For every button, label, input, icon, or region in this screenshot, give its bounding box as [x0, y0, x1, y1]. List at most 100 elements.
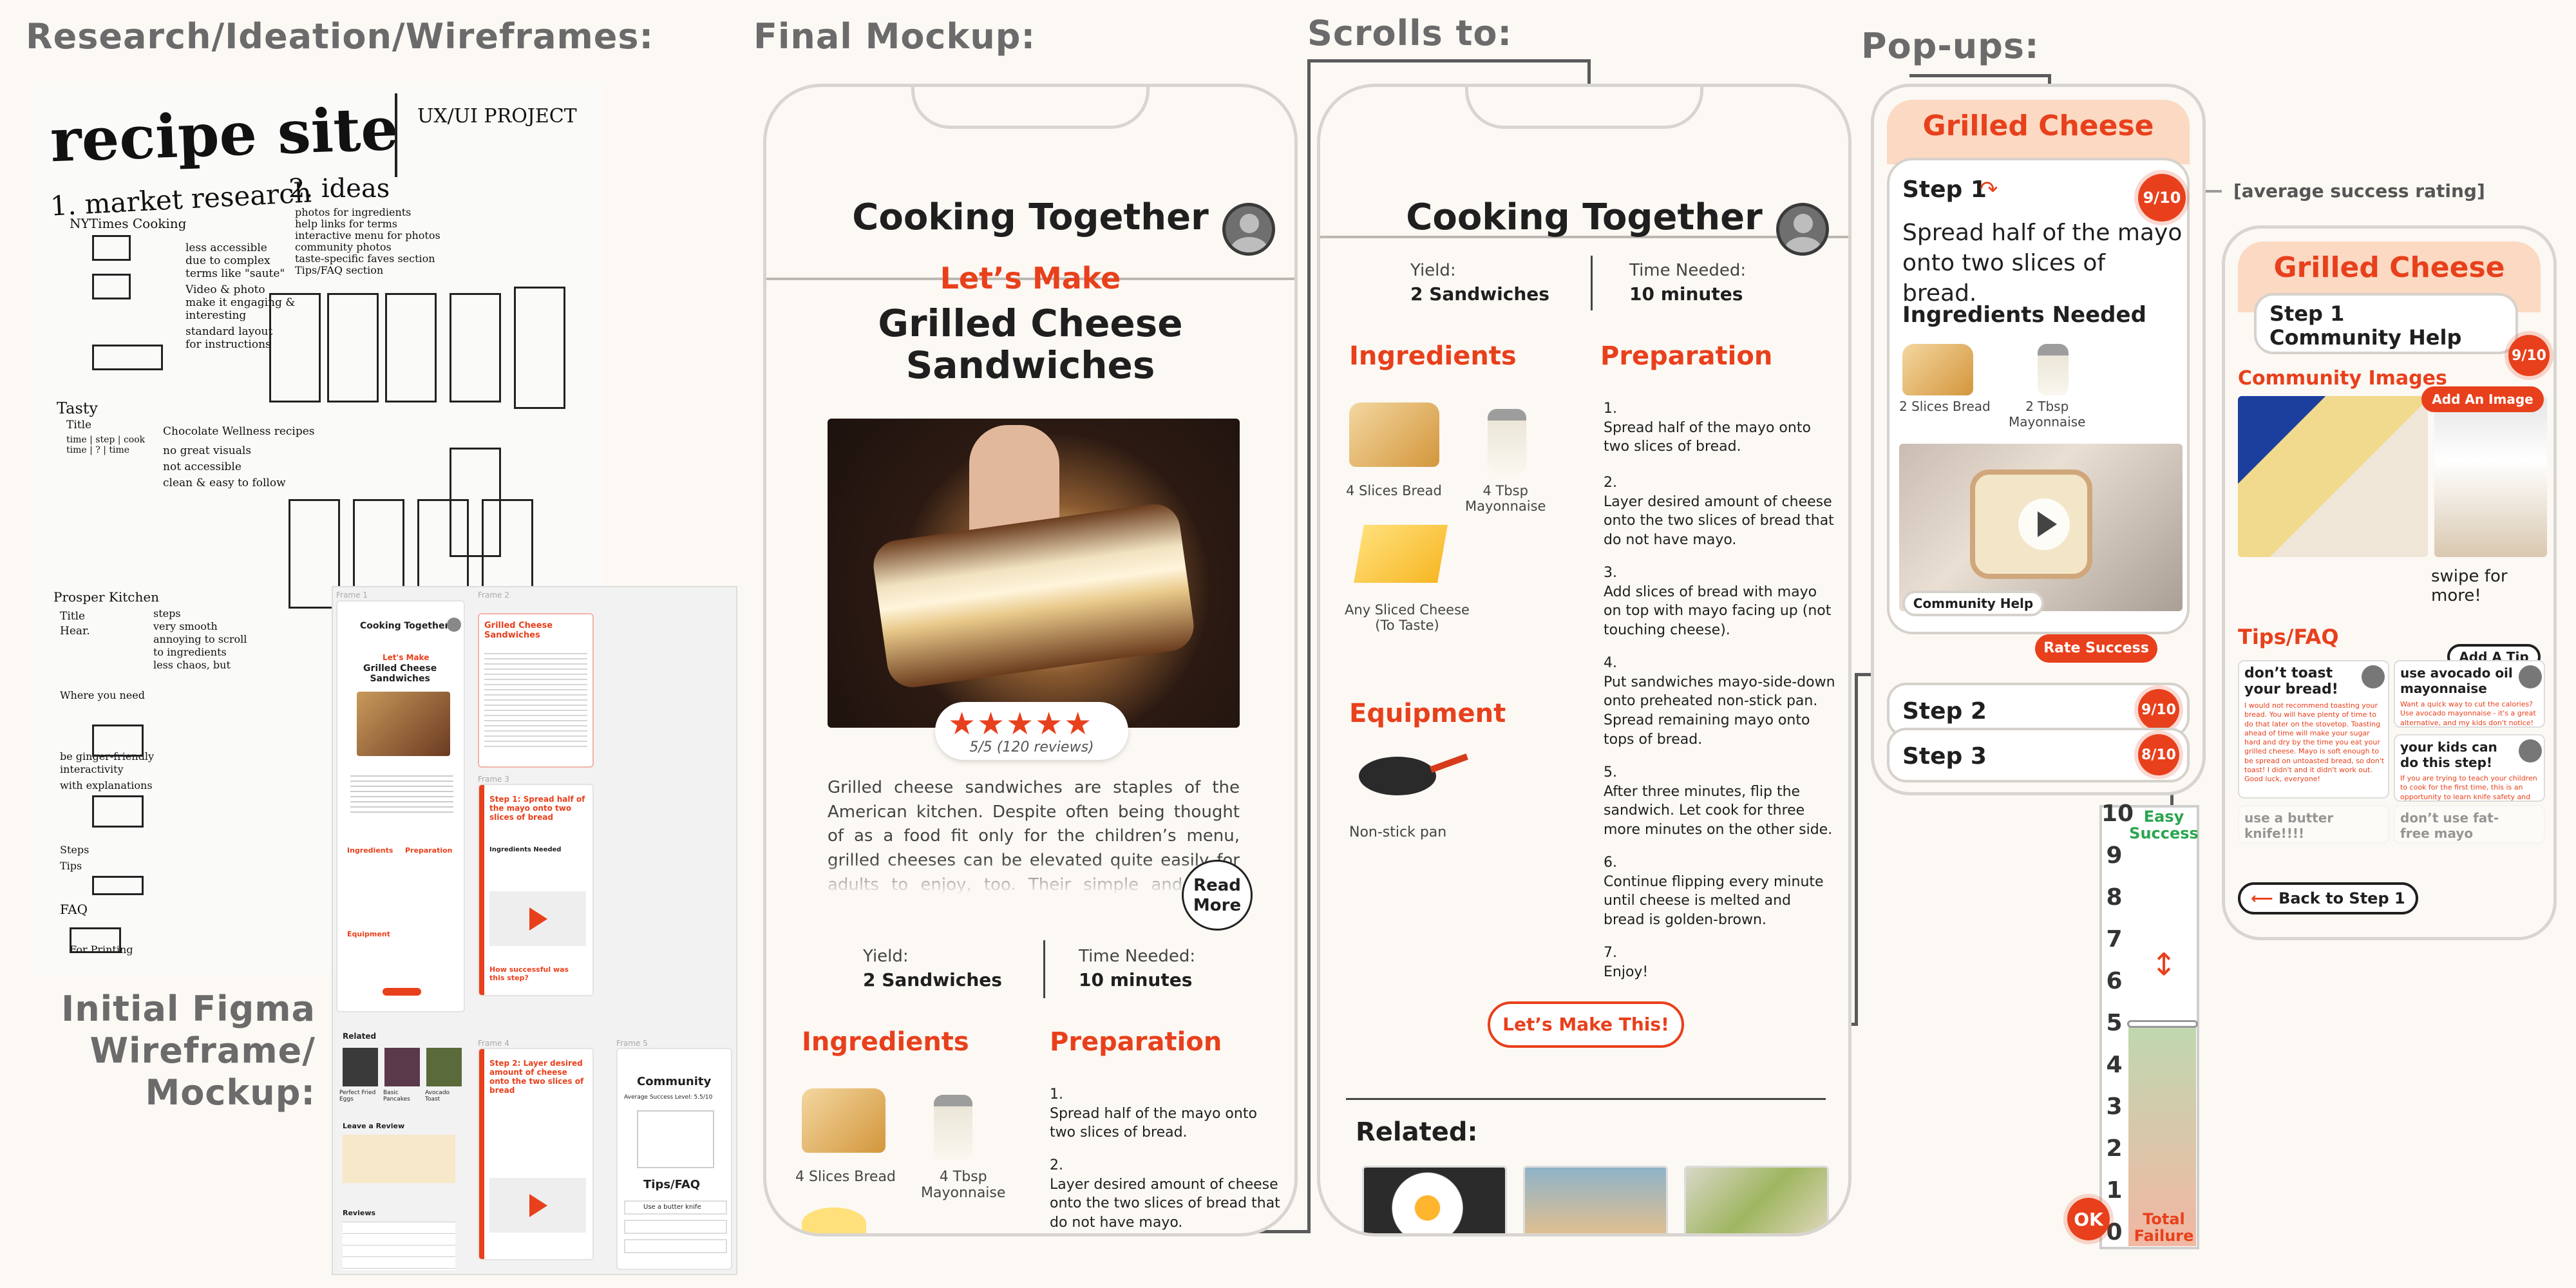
success-slider[interactable]: Easy Success Total Failure 10 9 8 7 6 5 4 3 2 1 0 … [2067, 800, 2206, 1249]
figma-ingredients: Ingredients [347, 846, 393, 855]
tip-avatar [2519, 739, 2542, 762]
play-icon[interactable] [529, 1194, 547, 1217]
tip-title: don’t toast your bread! [2244, 665, 2338, 697]
slider-handle[interactable] [2127, 1020, 2198, 1028]
sketch-note: not accessible [163, 460, 242, 473]
sketch-note: help links for terms [295, 218, 397, 230]
figma-frame-label: Frame 1 [336, 591, 368, 600]
mayo-icon [2038, 344, 2069, 395]
back-to-step-button[interactable]: ⟵ Back to Step 1 [2238, 882, 2418, 914]
ingredient-bread: 2 Slices Bread [1899, 399, 1991, 414]
sketch-note: NYTimes Cooking [70, 216, 187, 231]
figma-equipment: Equipment [347, 930, 390, 938]
prep-step-5: 5. After three minutes, flip the sandwic… [1604, 764, 1833, 838]
sketch-note: Title [66, 419, 92, 431]
sketch-wireframe-box [269, 293, 321, 402]
community-help-button[interactable]: Community Help [1902, 591, 2044, 616]
tip-title: your kids can do this step! [2400, 739, 2497, 770]
slider-ok-button[interactable]: OK [2067, 1198, 2110, 1240]
sketch-note: community photos [295, 241, 392, 253]
app-title: Cooking Together [852, 196, 1209, 238]
yield-value: 2 Sandwiches [1410, 283, 1549, 305]
figma-frame-1: Cooking Together Let's Make Grilled Chee… [336, 600, 465, 1012]
related-card-avocado-toast[interactable] [1684, 1166, 1829, 1233]
slider-tick-label: 8 [2106, 884, 2123, 911]
avatar[interactable] [1776, 203, 1829, 256]
heading-final-mockup: Final Mockup: [753, 16, 1036, 57]
community-images-heading: Community Images [2238, 367, 2447, 390]
figma-review-box [343, 1135, 455, 1183]
prep-step-6: 6. Continue flipping every minute until … [1604, 855, 1824, 929]
figma-related-label: Basic Pancakes [383, 1090, 410, 1103]
prep-step-2: 2. Layer desired amount of cheese onto t… [1604, 475, 1834, 549]
curly-arrow-icon: ↷ [1980, 176, 1998, 202]
tip-avatar [2362, 665, 2385, 688]
figma-frame-label: Frame 3 [478, 775, 509, 784]
lets-make-this-button[interactable]: Let’s Make This! [1488, 1001, 1684, 1048]
tip-card: don’t use fat-free mayo [2394, 805, 2545, 844]
related-card-eggs[interactable] [1362, 1166, 1507, 1233]
cheese-icon [1354, 525, 1448, 583]
related-card-pancakes[interactable] [1523, 1166, 1668, 1233]
sketch-note: taste-specific faves section [295, 252, 435, 265]
sketch-col2-heading: 2. ideas [289, 174, 390, 204]
ingredient-mayo: 2 Tbsp Mayonnaise [2009, 399, 2086, 430]
ingredient-bread: 4 Slices Bread [795, 1169, 896, 1185]
bread-icon [802, 1088, 886, 1153]
sketch-note: Chocolate Wellness recipes [163, 425, 315, 438]
connector-line [1909, 74, 2051, 77]
play-icon[interactable] [2018, 498, 2070, 550]
figma-avg-success: Average Success Level: 5.5/10 [624, 1094, 713, 1101]
tip-title: use avocado oil mayonnaise [2400, 665, 2513, 696]
figma-frame-5: Community Average Success Level: 5.5/10 … [616, 1048, 732, 1270]
phone-header: Cooking Together [766, 87, 1294, 280]
figma-avatar [447, 618, 461, 632]
ingredient-mayo: 4 Tbsp Mayonnaise [1465, 483, 1546, 514]
connector-line [1307, 59, 1311, 1233]
ingredient-bread: 4 Slices Bread [1346, 483, 1442, 498]
slider-tick-label: 10 [2101, 800, 2134, 827]
rating-badge: ★★★★★ 5/5 (120 reviews) [935, 702, 1128, 760]
tip-card: use avocado oil mayonnaise Want a quick … [2394, 660, 2545, 728]
play-icon[interactable] [529, 907, 547, 931]
figma-description [350, 775, 453, 814]
slider-tick-label: 6 [2106, 968, 2123, 994]
yield-label: Yield: [1410, 261, 1456, 280]
sketch-note: Hear. [60, 625, 90, 638]
community-image-1[interactable] [2238, 396, 2428, 557]
rate-success-button[interactable]: Rate Success [2035, 634, 2157, 663]
stat-divider [1043, 940, 1045, 998]
avatar[interactable] [1222, 203, 1275, 256]
sketch-title: recipe site [49, 93, 400, 176]
figma-tip-row [624, 1220, 727, 1234]
figma-lets-make: Let's Make [383, 653, 430, 662]
figma-cta [383, 988, 421, 996]
figma-popup-text [484, 653, 587, 750]
sketch-wireframe-box [327, 293, 379, 402]
slider-tick-label: 1 [2106, 1177, 2123, 1204]
read-more-button[interactable]: Read More [1182, 860, 1253, 931]
community-image-2[interactable] [2434, 396, 2547, 557]
figma-dish: Grilled Cheese Sandwiches [363, 663, 437, 684]
heading-research: Research/Ideation/Wireframes: [26, 16, 654, 57]
pan-handle [1430, 753, 1468, 773]
add-image-button[interactable]: Add An Image [2421, 386, 2544, 412]
sketch-wireframe-box [92, 345, 163, 370]
figma-butter: Use a butter knife [643, 1204, 701, 1211]
pan-icon [1359, 757, 1436, 795]
slider-tick-label: 7 [2106, 926, 2123, 952]
sketch-note: Tasty [57, 399, 98, 417]
prep-step-1: 1. Spread half of the mayo onto two slic… [1604, 401, 1811, 455]
step1-card: Step 1 ↷ Spread half of the mayo onto tw… [1887, 158, 2190, 634]
back-label: Back to Step 1 [2278, 889, 2405, 907]
sketch-note: due to complex [185, 254, 270, 267]
figma-step1: Step 1: Spread half of the mayo onto two… [489, 795, 585, 822]
sketch-note: FAQ [60, 902, 88, 917]
slider-top-label: Easy Success [2129, 808, 2199, 843]
avg-success-note: [average success rating] [2233, 180, 2485, 202]
figma-reviews: Reviews [343, 1209, 376, 1217]
figma-tip-row [624, 1239, 727, 1253]
play-triangle [2038, 511, 2057, 537]
phone-scrolled: Cooking Together Yield: 2 Sandwiches Tim… [1317, 84, 1852, 1236]
sketch-wireframe-box [70, 927, 121, 953]
